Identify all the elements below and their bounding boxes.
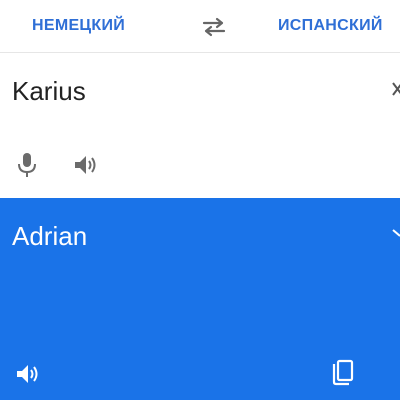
swap-languages-button[interactable] [200, 16, 228, 38]
translation-listen-button[interactable] [14, 362, 42, 386]
source-text-input[interactable]: Karius [12, 76, 86, 107]
chevron-down-icon[interactable] [392, 226, 400, 242]
copy-button[interactable] [330, 358, 356, 388]
source-listen-button[interactable] [72, 153, 100, 177]
input-panel[interactable]: Karius [0, 53, 400, 198]
source-language-button[interactable]: НЕМЕЦКИЙ [32, 17, 125, 35]
translated-text: Adrian [12, 221, 88, 251]
microphone-button[interactable] [16, 151, 38, 179]
clear-icon[interactable] [392, 81, 400, 99]
target-language-button[interactable]: ИСПАНСКИЙ [278, 17, 383, 35]
speaker-icon [75, 156, 96, 174]
swap-arrows-icon [202, 17, 226, 37]
copy-icon [332, 359, 354, 386]
microphone-icon [18, 153, 36, 177]
language-bar: НЕМЕЦКИЙ ИСПАНСКИЙ [0, 0, 400, 53]
speaker-icon [17, 365, 38, 383]
translation-panel: Adrian [0, 198, 400, 400]
